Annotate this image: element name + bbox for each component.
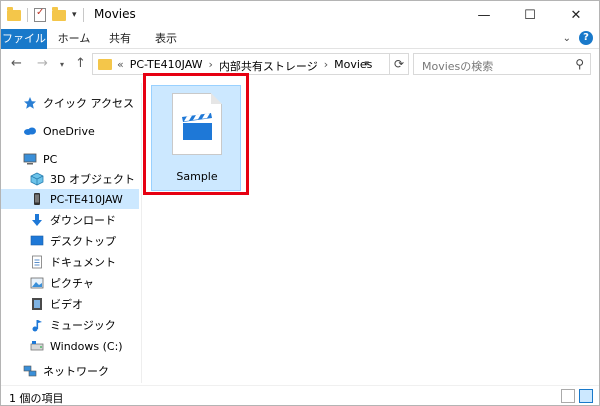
new-folder-icon[interactable] [52, 6, 66, 21]
sidebar-item-quick-access[interactable]: クイック アクセス [1, 93, 139, 113]
back-arrow-icon[interactable]: ← [11, 56, 22, 71]
sidebar-item-label: ドキュメント [50, 256, 116, 269]
separator [27, 8, 28, 22]
folder-icon[interactable] [7, 6, 21, 21]
sidebar-item-label: ミュージック [50, 319, 116, 332]
breadcrumb-separator[interactable]: › [324, 58, 328, 74]
search-placeholder: Moviesの検索 [422, 60, 494, 73]
search-input[interactable]: Moviesの検索 ⚲ [413, 53, 591, 75]
sidebar-item-pictures[interactable]: ピクチャ [1, 273, 139, 293]
pane-divider[interactable] [141, 83, 142, 383]
document-icon [30, 255, 44, 269]
sidebar-item-videos[interactable]: ビデオ [1, 294, 139, 314]
help-icon[interactable]: ? [579, 31, 593, 45]
sidebar-item-desktop[interactable]: デスクトップ [1, 231, 139, 251]
sidebar-item-windows-c[interactable]: Windows (C:) [1, 336, 139, 356]
quick-access-toolbar: ▾ [7, 6, 84, 24]
recent-locations-chevron-icon[interactable]: ▾ [60, 60, 64, 69]
device-icon [30, 192, 44, 206]
navigation-pane: クイック アクセス OneDrive PC 3D オブジェクト PC-TE410… [1, 83, 141, 383]
cube-icon [30, 172, 44, 186]
sidebar-item-label: ダウンロード [50, 214, 116, 227]
sidebar-item-label: ピクチャ [50, 277, 94, 290]
sidebar-item-label: ビデオ [50, 298, 83, 311]
breadcrumb-item-storage[interactable]: 内部共有ストレージ [219, 58, 318, 74]
up-arrow-icon[interactable]: ↑ [75, 56, 86, 71]
breadcrumb-overflow[interactable]: « [117, 58, 124, 74]
sidebar-item-label: クイック アクセス [43, 97, 134, 110]
sidebar-item-label: PC-TE410JAW [50, 192, 123, 206]
close-button[interactable]: ✕ [553, 1, 599, 29]
view-switcher [561, 389, 593, 403]
sidebar-item-label: ネットワーク [43, 365, 109, 378]
sidebar-item-pc[interactable]: PC [1, 149, 139, 169]
ribbon-controls: ⌄ ? [563, 31, 593, 45]
sidebar-item-label: Windows (C:) [50, 339, 123, 353]
properties-icon[interactable] [34, 7, 46, 22]
sidebar-item-music[interactable]: ミュージック [1, 315, 139, 335]
address-dropdown-chevron-icon[interactable]: ▾ [364, 59, 369, 69]
sidebar-item-documents[interactable]: ドキュメント [1, 252, 139, 272]
drive-icon [30, 339, 44, 353]
customize-toolbar-chevron-icon[interactable]: ▾ [72, 10, 77, 20]
tab-share[interactable]: 共有 [105, 29, 135, 49]
video-icon [30, 297, 44, 311]
sidebar-item-label: OneDrive [43, 124, 95, 138]
tab-home[interactable]: ホーム [57, 29, 91, 49]
breadcrumb: « PC-TE410JAW › 内部共有ストレージ › Movies [117, 58, 372, 74]
refresh-button[interactable]: ⟳ [389, 53, 409, 75]
maximize-button[interactable]: ☐ [507, 1, 553, 29]
title-bar: ▾ Movies — ☐ ✕ [1, 1, 599, 29]
expand-ribbon-chevron-icon[interactable]: ⌄ [563, 33, 571, 44]
navigation-bar: ← → ▾ ↑ « PC-TE410JAW › 内部共有ストレージ › Movi… [1, 50, 599, 78]
star-icon [23, 96, 37, 110]
address-bar[interactable]: « PC-TE410JAW › 内部共有ストレージ › Movies ▾ [92, 53, 390, 75]
desktop-icon [30, 234, 44, 248]
computer-icon [23, 152, 37, 166]
breadcrumb-item-pc[interactable]: PC-TE410JAW [130, 58, 203, 74]
annotation-highlight-box [143, 73, 249, 195]
details-view-button[interactable] [561, 389, 575, 403]
sidebar-item-3d-objects[interactable]: 3D オブジェクト [1, 169, 139, 189]
window-title: Movies [94, 7, 136, 21]
explorer-window: ▾ Movies — ☐ ✕ ファイル ホーム 共有 表示 ⌄ ? ← → ▾ … [0, 0, 600, 406]
network-icon [23, 364, 37, 378]
forward-arrow-icon[interactable]: → [37, 56, 48, 71]
search-icon: ⚲ [575, 57, 584, 71]
sidebar-item-label: 3D オブジェクト [50, 173, 135, 186]
large-icons-view-button[interactable] [579, 389, 593, 403]
window-controls: — ☐ ✕ [461, 1, 599, 29]
sidebar-item-label: デスクトップ [50, 235, 116, 248]
tab-view[interactable]: 表示 [151, 29, 181, 49]
sidebar-item-label: PC [43, 152, 58, 166]
cloud-icon [23, 124, 37, 138]
music-icon [30, 318, 44, 332]
sidebar-item-onedrive[interactable]: OneDrive [1, 121, 139, 141]
minimize-button[interactable]: — [461, 1, 507, 29]
picture-icon [30, 276, 44, 290]
tab-file[interactable]: ファイル [1, 29, 47, 49]
folder-icon [98, 59, 112, 70]
sidebar-item-pc-te410jaw[interactable]: PC-TE410JAW [1, 189, 139, 209]
ribbon-tabs: ファイル ホーム 共有 表示 ⌄ ? [1, 29, 599, 49]
breadcrumb-separator[interactable]: › [209, 58, 213, 74]
sidebar-item-downloads[interactable]: ダウンロード [1, 210, 139, 230]
download-icon [30, 213, 44, 227]
item-count: 1 個の項目 [9, 392, 64, 405]
sidebar-item-network[interactable]: ネットワーク [1, 361, 139, 381]
status-bar: 1 個の項目 [1, 385, 599, 405]
separator [82, 8, 84, 22]
